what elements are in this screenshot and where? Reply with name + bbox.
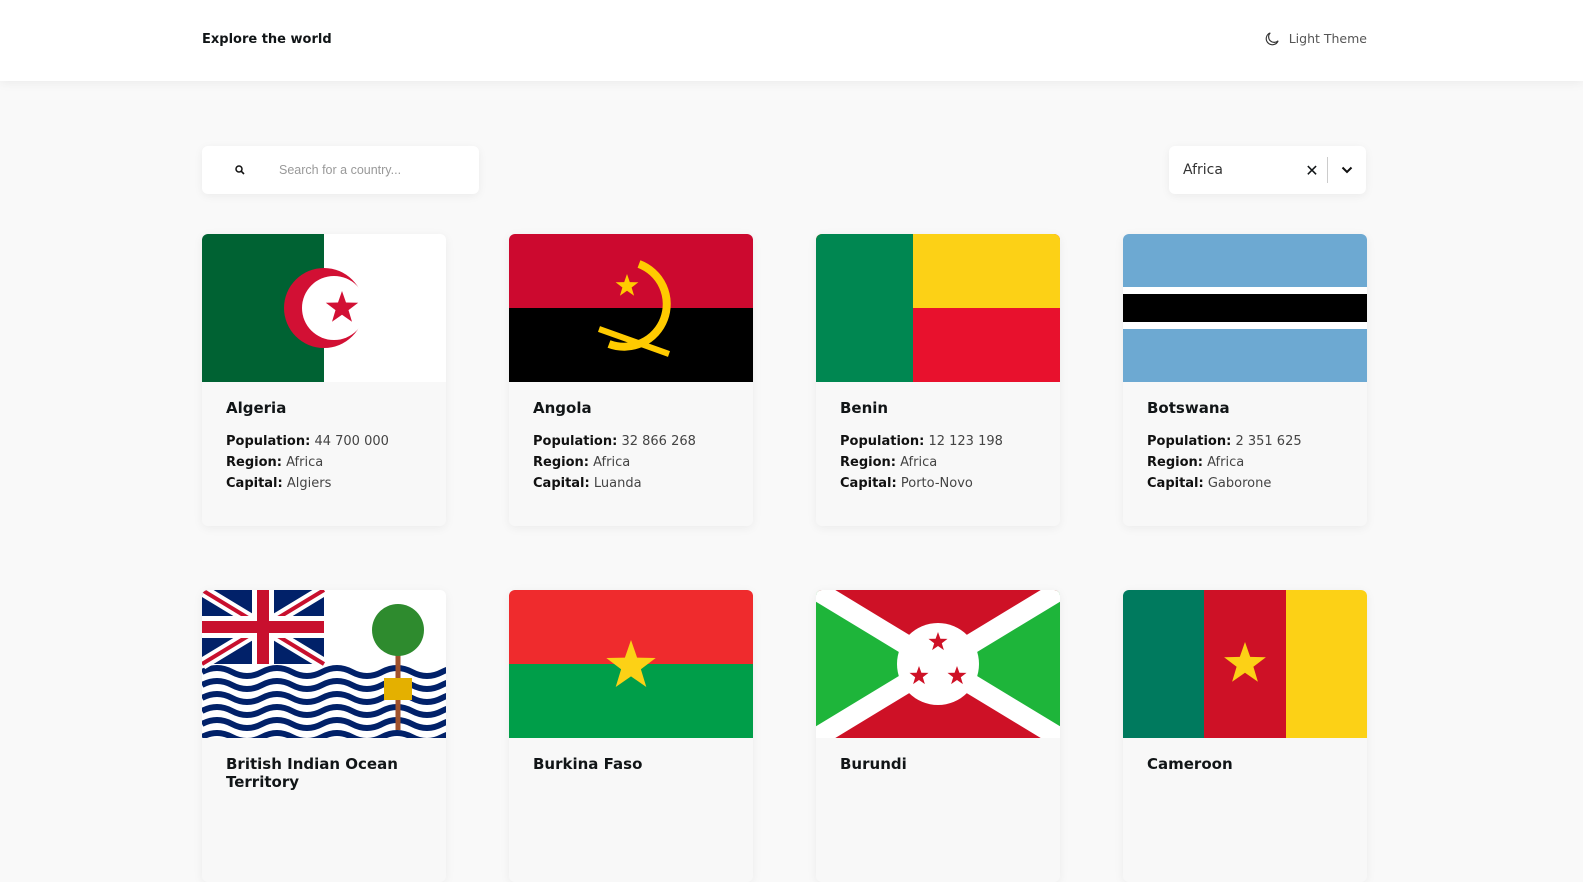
country-population: Population: 2 351 625 <box>1147 431 1367 452</box>
region-label: Region: <box>226 455 282 470</box>
app-title: Explore the world <box>202 32 332 47</box>
flag-benin <box>816 234 1060 382</box>
country-name: Burkina Faso <box>533 755 643 773</box>
country-capital: Capital: Algiers <box>226 473 446 494</box>
country-card[interactable]: Burundi <box>816 590 1060 882</box>
country-population: Population: 32 866 268 <box>533 431 753 452</box>
flag-biot <box>202 590 446 738</box>
search-icon <box>235 165 245 175</box>
country-capital: Capital: Gaborone <box>1147 473 1367 494</box>
chevron-down-icon[interactable] <box>1328 166 1366 174</box>
country-name: Burundi <box>840 755 907 773</box>
country-card[interactable]: Angola Population: 32 866 268 Region: Afri… <box>509 234 753 526</box>
population-label: Population: <box>226 434 311 449</box>
search-box[interactable] <box>202 146 479 194</box>
header: Explore the world Light Theme <box>0 0 1583 81</box>
population-label: Population: <box>840 434 925 449</box>
theme-toggle[interactable]: Light Theme <box>1265 31 1367 46</box>
population-value: 44 700 000 <box>314 434 389 449</box>
region-label: Region: <box>1147 455 1203 470</box>
population-value: 32 866 268 <box>621 434 696 449</box>
country-capital: Capital: Luanda <box>533 473 753 494</box>
country-capital: Capital: Porto-Novo <box>840 473 1060 494</box>
country-region: Region: Africa <box>840 452 1060 473</box>
capital-value: Algiers <box>286 476 332 491</box>
flag-algeria <box>202 234 446 382</box>
capital-label: Capital: <box>533 476 590 491</box>
country-region: Region: Africa <box>533 452 753 473</box>
region-label: Region: <box>840 455 896 470</box>
country-name: Botswana <box>1147 399 1230 417</box>
region-value: Africa <box>1207 455 1245 470</box>
region-filter-value: Africa <box>1183 162 1223 178</box>
country-name: Angola <box>533 399 592 417</box>
region-label: Region: <box>533 455 589 470</box>
population-value: 12 123 198 <box>928 434 1003 449</box>
country-name: Benin <box>840 399 889 417</box>
flag-burkina-faso <box>509 590 753 738</box>
capital-value: Gaborone <box>1207 476 1272 491</box>
country-name: Cameroon <box>1147 755 1233 773</box>
country-card[interactable]: Benin Population: 12 123 198 Region: Afric… <box>816 234 1060 526</box>
flag-burundi <box>816 590 1060 738</box>
population-value: 2 351 625 <box>1235 434 1302 449</box>
capital-label: Capital: <box>226 476 283 491</box>
capital-label: Capital: <box>1147 476 1204 491</box>
flag-angola <box>509 234 753 382</box>
country-name: Algeria <box>226 399 287 417</box>
region-filter[interactable]: Africa ✕ <box>1169 146 1366 194</box>
country-name: British Indian Ocean Territory <box>226 755 398 791</box>
capital-value: Porto-Novo <box>900 476 973 491</box>
region-value: Africa <box>900 455 938 470</box>
region-value: Africa <box>286 455 324 470</box>
capital-label: Capital: <box>840 476 897 491</box>
close-icon[interactable]: ✕ <box>1297 161 1327 180</box>
flag-cameroon <box>1123 590 1367 738</box>
flag-botswana <box>1123 234 1367 382</box>
search-input[interactable] <box>279 163 459 177</box>
country-region: Region: Africa <box>226 452 446 473</box>
country-population: Population: 12 123 198 <box>840 431 1060 452</box>
theme-label: Light Theme <box>1288 31 1367 46</box>
country-card[interactable]: Algeria Population: 44 700 000 Region: Afr… <box>202 234 446 526</box>
region-value: Africa <box>593 455 631 470</box>
moon-icon <box>1265 31 1279 45</box>
population-label: Population: <box>1147 434 1232 449</box>
country-card[interactable]: Burkina Faso <box>509 590 753 882</box>
country-card[interactable]: British Indian Ocean Territory <box>202 590 446 882</box>
country-region: Region: Africa <box>1147 452 1367 473</box>
capital-value: Luanda <box>593 476 642 491</box>
country-card[interactable]: Cameroon <box>1123 590 1367 882</box>
country-population: Population: 44 700 000 <box>226 431 446 452</box>
population-label: Population: <box>533 434 618 449</box>
country-card[interactable]: Botswana Population: 2 351 625 Region: Afr… <box>1123 234 1367 526</box>
